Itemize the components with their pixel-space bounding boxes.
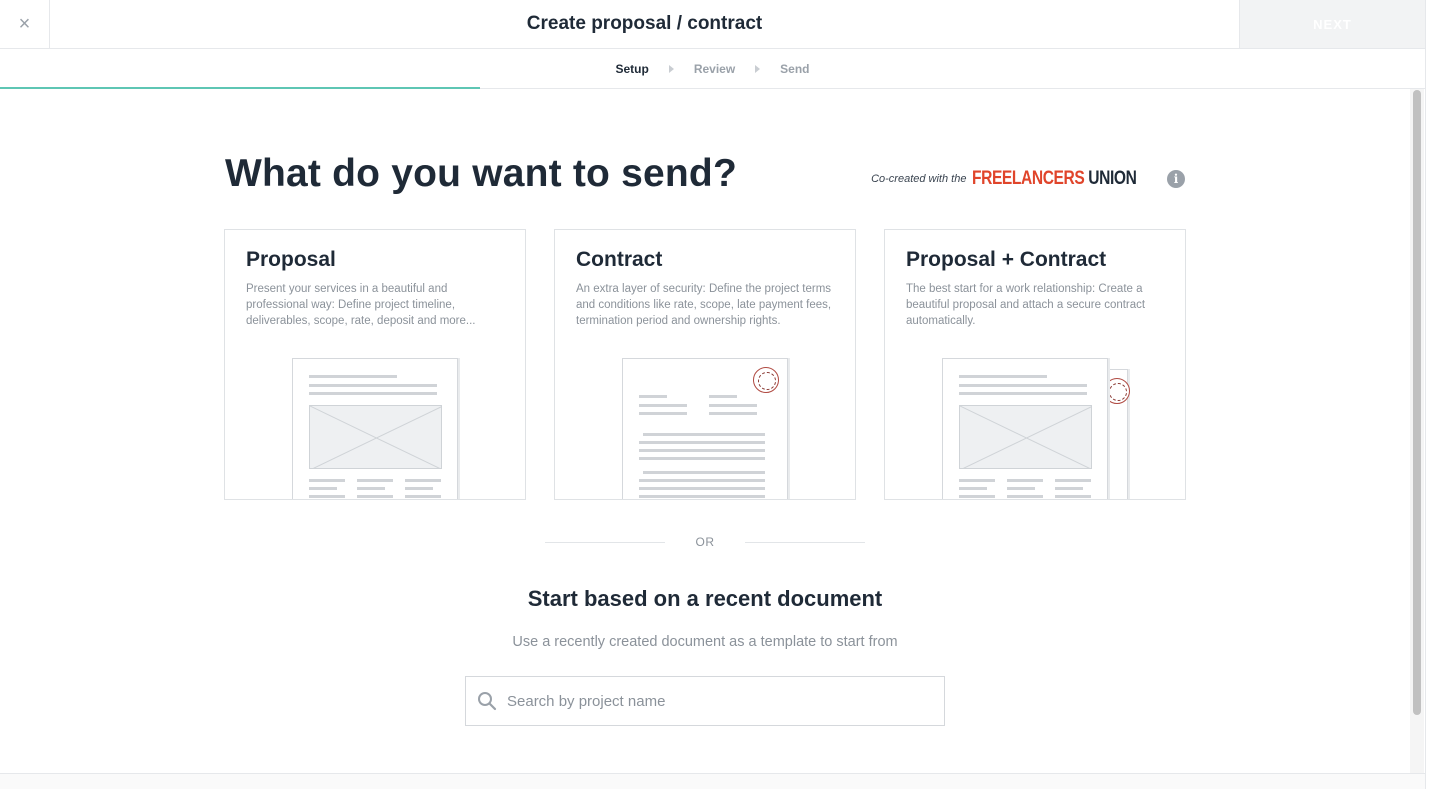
proposal-contract-card[interactable]: Proposal + Contract The best start for a… (884, 229, 1186, 500)
proposal-card[interactable]: Proposal Present your services in a beau… (224, 229, 526, 500)
contract-card[interactable]: Contract An extra layer of security: Def… (554, 229, 856, 500)
step-indicator: Setup Review Send (0, 49, 1425, 89)
seal-icon (753, 367, 779, 393)
card-title: Proposal + Contract (906, 248, 1107, 271)
card-title: Contract (576, 248, 663, 271)
step-arrow-icon (668, 64, 674, 73)
main-heading: What do you want to send? (225, 152, 737, 195)
step-review[interactable]: Review (694, 62, 735, 76)
freelancers-union-logo: FREELANCERS UNION (972, 168, 1137, 189)
page-title: Create proposal / contract (526, 13, 763, 34)
proposal-illustration (942, 358, 1108, 499)
card-description: An extra layer of security: Define the p… (576, 283, 832, 327)
divider-line-right (745, 542, 865, 543)
close-icon: × (18, 12, 31, 35)
recent-heading: Start based on a recent document (527, 586, 883, 611)
next-button[interactable]: NEXT (1239, 0, 1425, 48)
footer-strip (0, 773, 1425, 789)
proposal-illustration (292, 358, 458, 499)
info-icon[interactable]: i (1167, 170, 1185, 188)
window-edge (1425, 0, 1440, 789)
search-input[interactable] (507, 692, 927, 710)
recent-subtitle: Use a recently created document as a tem… (512, 634, 898, 650)
divider-line-left (545, 542, 665, 543)
card-description: The best start for a work relationship: … (906, 283, 1146, 327)
close-button[interactable]: × (0, 0, 50, 48)
card-description: Present your services in a beautiful and… (246, 283, 476, 327)
progress-bar (0, 87, 480, 89)
search-box[interactable] (465, 676, 945, 726)
scrollbar-thumb[interactable] (1413, 90, 1421, 715)
contract-illustration (622, 358, 788, 499)
cocreated-badge: Co-created with the FREELANCERS UNION i (871, 168, 1185, 190)
step-send[interactable]: Send (780, 62, 809, 76)
cocreated-text: Co-created with the (871, 173, 967, 185)
search-icon (477, 691, 497, 711)
or-label: OR (695, 535, 715, 549)
step-setup[interactable]: Setup (615, 62, 648, 76)
step-arrow-icon (755, 64, 761, 73)
top-bar: × Create proposal / contract NEXT (0, 0, 1425, 49)
card-title: Proposal (246, 248, 336, 271)
